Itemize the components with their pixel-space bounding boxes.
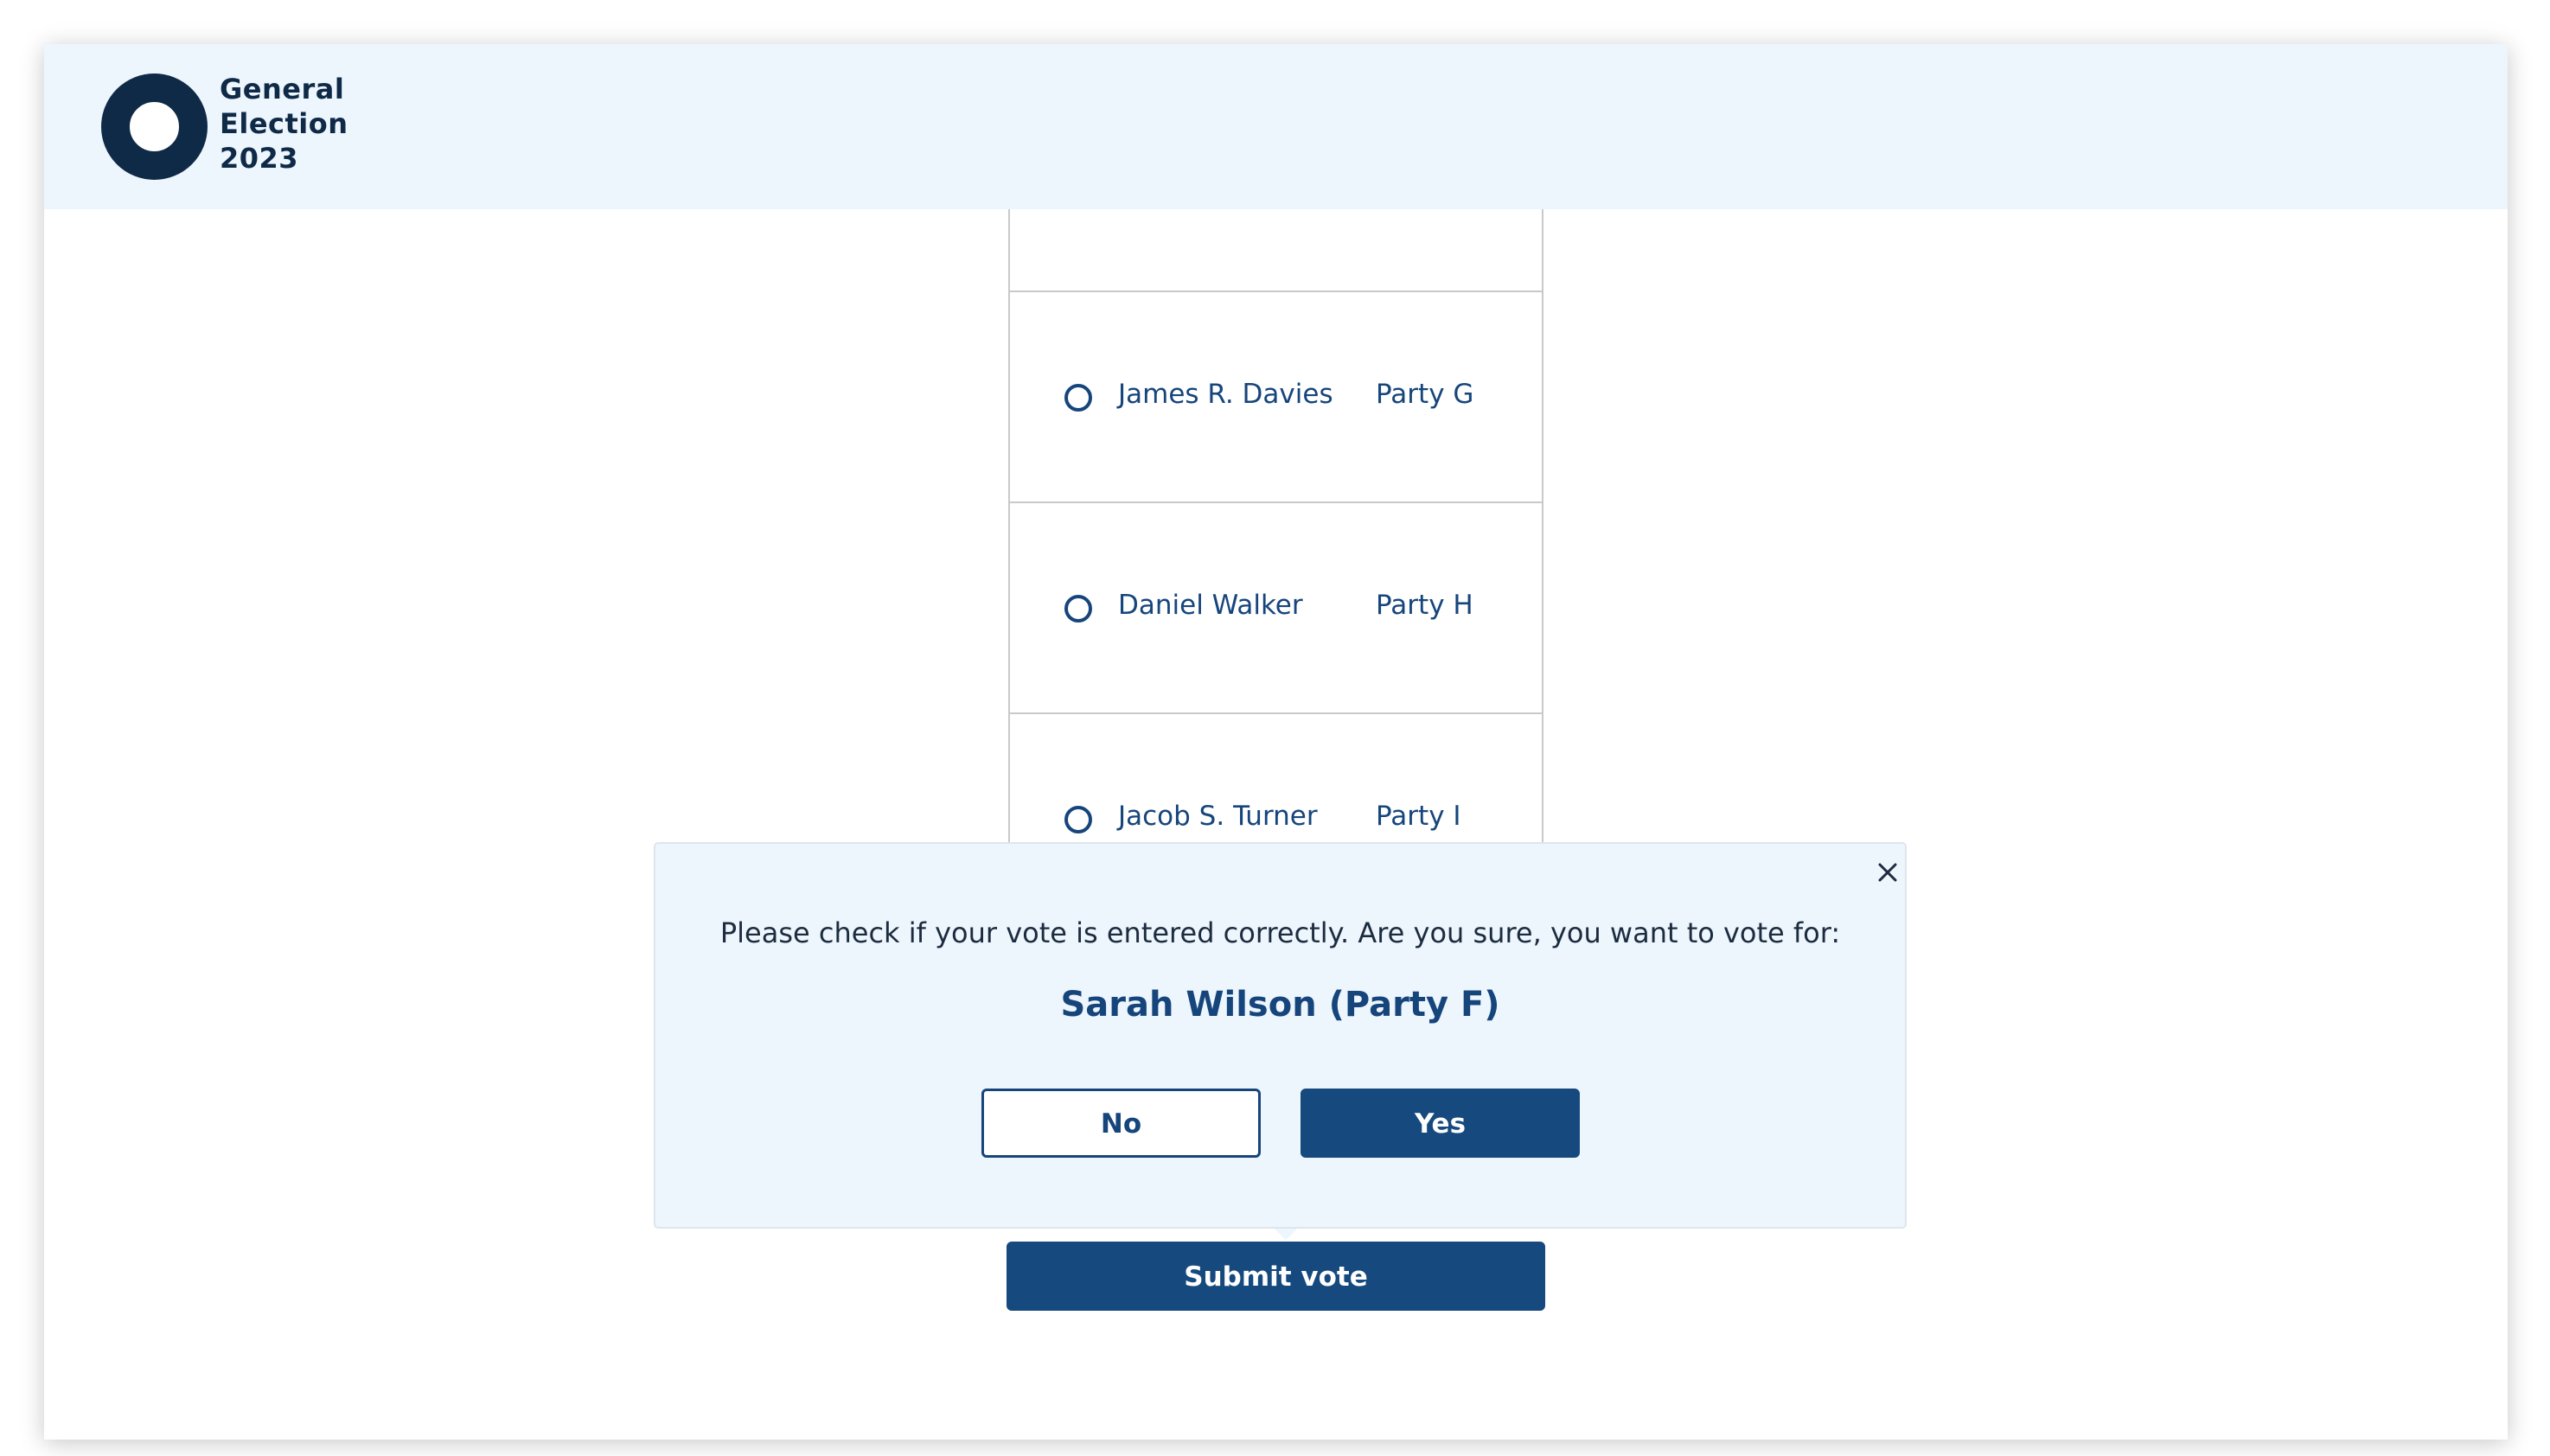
radio-button-icon[interactable] — [1064, 384, 1092, 412]
close-icon — [1878, 863, 1897, 882]
candidate-party: Party G — [1376, 379, 1474, 410]
radio-button-icon[interactable] — [1064, 595, 1092, 623]
election-title-line-1: General — [220, 73, 345, 105]
candidate-name: Jacob S. Turner — [1118, 801, 1318, 832]
ballot-row-partial — [1010, 81, 1542, 292]
yes-button[interactable]: Yes — [1301, 1089, 1580, 1158]
ballot-row-candidate[interactable]: Daniel Walker Party H — [1010, 503, 1542, 714]
ballot-list: James R. Davies Party G Daniel Walker Pa… — [1008, 209, 1543, 925]
radio-button-icon[interactable] — [1064, 806, 1092, 833]
selected-candidate: Sarah Wilson (Party F) — [1060, 985, 1500, 1025]
vote-confirmation-dialog: Please check if your vote is entered cor… — [654, 842, 1907, 1229]
candidate-party: Party I — [1376, 801, 1461, 832]
no-button[interactable]: No — [981, 1089, 1261, 1158]
election-app-window: General Election 2023 James R. Davies Pa… — [44, 44, 2508, 1440]
election-title: General Election 2023 — [220, 72, 348, 176]
election-title-line-2: Election — [220, 107, 348, 140]
election-logo-icon — [101, 73, 208, 180]
candidate-name: James R. Davies — [1118, 379, 1333, 410]
election-title-line-3: 2023 — [220, 142, 299, 175]
candidate-name: Daniel Walker — [1118, 590, 1303, 621]
confirmation-message: Please check if your vote is entered cor… — [719, 916, 1841, 949]
close-dialog-button[interactable] — [1875, 859, 1901, 885]
candidate-party: Party H — [1376, 590, 1473, 621]
ballot-row-candidate[interactable]: James R. Davies Party G — [1010, 292, 1542, 503]
submit-vote-button[interactable]: Submit vote — [1007, 1242, 1545, 1311]
